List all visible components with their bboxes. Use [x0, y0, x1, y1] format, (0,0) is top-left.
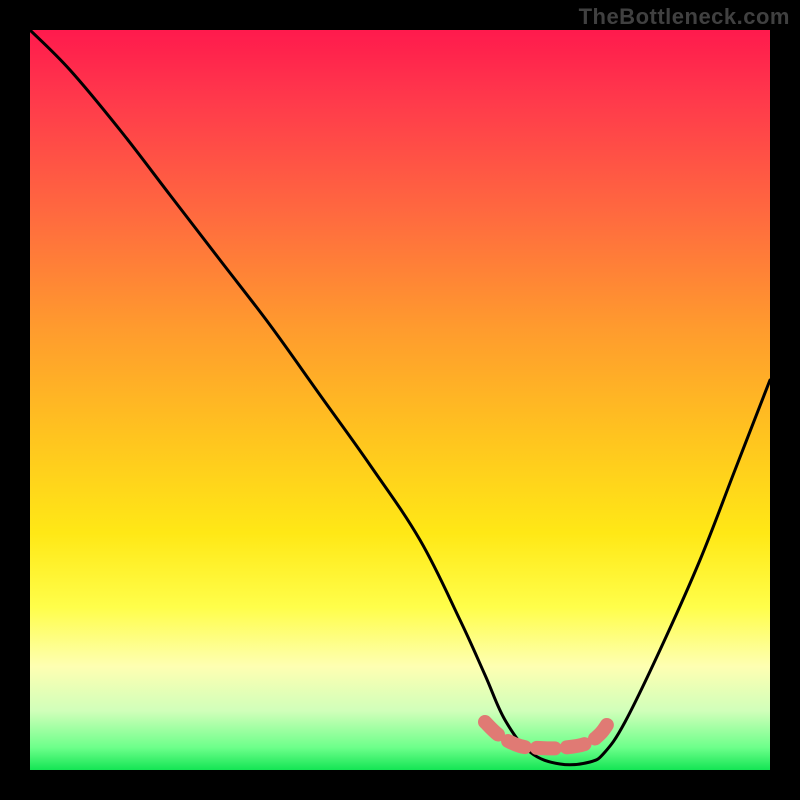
- sweet-spot-band-path: [485, 720, 610, 748]
- watermark-text: TheBottleneck.com: [579, 4, 790, 30]
- chart-svg: [30, 30, 770, 770]
- plot-area: [30, 30, 770, 770]
- bottleneck-curve-path: [30, 30, 770, 765]
- chart-frame: TheBottleneck.com: [0, 0, 800, 800]
